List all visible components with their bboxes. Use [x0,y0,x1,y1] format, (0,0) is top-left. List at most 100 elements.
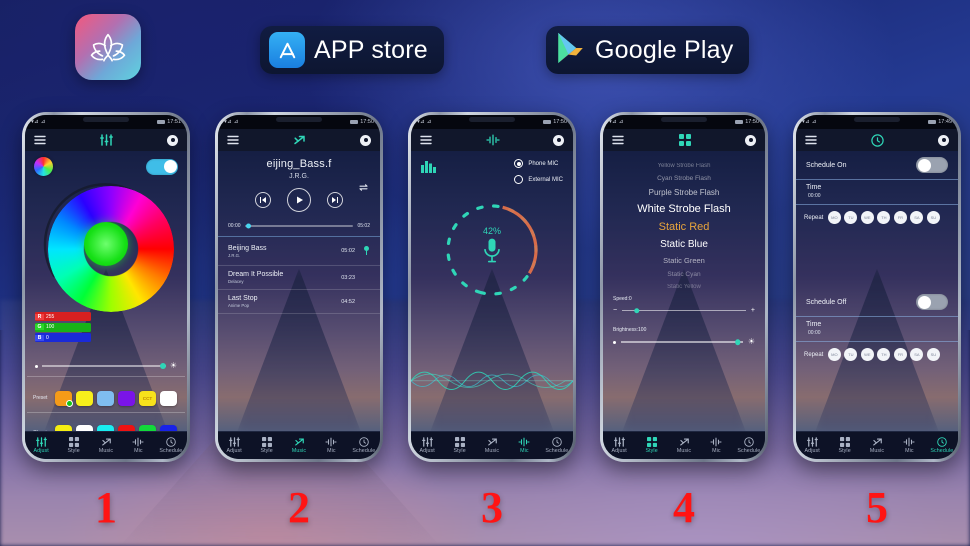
tab-music[interactable]: Music [476,437,508,454]
color-swatch[interactable] [76,390,93,406]
tab-schedule[interactable]: Schedule [541,437,573,454]
speed-knob[interactable] [634,307,640,314]
power-toggle[interactable] [146,158,178,175]
tab-adjust[interactable]: Adjust [25,437,57,454]
tab-music[interactable]: Music [861,437,893,454]
repeat-day-button[interactable]: TH [877,211,891,224]
tab-style[interactable]: Style [828,437,860,454]
speed-track[interactable] [622,307,746,314]
equalizer-icon[interactable] [421,159,436,184]
tab-bar[interactable]: Adjust Style Music Mic Schedule [218,431,380,459]
tab-style[interactable]: Style [443,437,475,454]
repeat-day-button[interactable]: WE [860,348,874,361]
track-list[interactable]: Beijing Bass J.R.G. 05:02 Dream It Possible… [218,236,380,314]
tab-adjust[interactable]: Adjust [796,437,828,454]
repeat-day-button[interactable]: SU [926,211,940,224]
schedule-on-time-row[interactable]: Time 00:00 [796,180,958,205]
style-list-item[interactable]: White Strobe Flash [603,203,765,215]
style-list-item[interactable]: Static Green [603,256,765,265]
tab-bar[interactable]: Adjust Style Music Mic Schedule [25,431,187,459]
gear-icon[interactable] [360,134,371,146]
schedule-off-repeat-row[interactable]: Repeat MO TU WE TH FR SA SU [796,342,958,367]
repeat-day-button[interactable]: FR [893,211,907,224]
style-list-item[interactable]: Static Blue [603,239,765,250]
menu-icon[interactable] [420,135,432,145]
color-swatch[interactable] [55,390,73,407]
color-wheel-center[interactable] [84,222,128,266]
color-swatch[interactable] [160,425,177,431]
color-swatch[interactable] [118,390,135,406]
style-list-item[interactable]: Yellow Strobe Flash [603,163,765,169]
slider-knob[interactable] [159,363,166,369]
style-list-item[interactable]: Static Red [603,221,765,233]
repeat-day-button[interactable]: FR [893,348,907,361]
progress-bar[interactable]: 00:00 05:02 [218,223,380,229]
tab-style[interactable]: Style [635,437,667,454]
tab-mic[interactable]: Mic [508,437,540,454]
tab-mic[interactable]: Mic [315,437,347,454]
tab-schedule[interactable]: Schedule [348,437,380,454]
next-button[interactable] [327,192,343,208]
brightness-slider[interactable]: ☀ [25,362,187,370]
color-swatch[interactable] [97,390,114,406]
menu-icon[interactable] [227,135,239,145]
repeat-icon[interactable] [358,179,369,197]
tab-bar[interactable]: Adjust Style Music Mic Schedule [796,431,958,459]
mic-source-option[interactable]: External MIC [514,175,563,184]
schedule-on-repeat-row[interactable]: Repeat MO TU WE TH FR SA SU [796,205,958,230]
menu-icon[interactable] [34,135,46,145]
track-list-item[interactable]: Dream It Possible Delacey 03:23 [218,266,380,290]
repeat-day-button[interactable]: SA [910,348,924,361]
play-button[interactable] [287,188,311,212]
color-mode-icon[interactable] [34,157,53,176]
mic-source-radio-group[interactable]: Phone MIC External MIC [514,159,563,184]
color-swatch[interactable] [55,425,72,431]
color-swatch[interactable] [76,425,93,431]
microphone-icon[interactable] [482,238,502,269]
tab-schedule[interactable]: Schedule [926,437,958,454]
tab-adjust[interactable]: Adjust [603,437,635,454]
tab-mic[interactable]: Mic [893,437,925,454]
schedule-off-toggle[interactable] [916,294,948,310]
appstore-badge[interactable]: APP store [260,26,444,74]
tab-music[interactable]: Music [283,437,315,454]
color-swatch[interactable] [118,425,135,431]
color-swatch[interactable] [97,425,114,431]
repeat-day-button[interactable]: WE [860,211,874,224]
repeat-day-button[interactable]: MO [827,348,841,361]
tab-bar[interactable]: Adjust Style Music Mic Schedule [603,431,765,459]
tab-bar[interactable]: Adjust Style Music Mic Schedule [411,431,573,459]
schedule-on-toggle[interactable] [916,157,948,173]
style-list-item[interactable]: Static Yellow [603,284,765,290]
gear-icon[interactable] [938,134,949,146]
mic-source-option[interactable]: Phone MIC [514,159,563,168]
lotus-app-icon[interactable] [75,14,141,80]
tab-music[interactable]: Music [90,437,122,454]
color-wheel[interactable] [43,181,174,312]
tab-mic[interactable]: Mic [122,437,154,454]
tab-adjust[interactable]: Adjust [411,437,443,454]
brightness-track[interactable] [621,339,743,345]
menu-icon[interactable] [612,135,624,145]
track-list-item[interactable]: Last Stop Anime Pop 04:52 [218,290,380,314]
speed-minus-icon[interactable]: − [613,307,617,314]
googleplay-badge[interactable]: Google Play [546,26,750,74]
gear-icon[interactable] [745,134,756,146]
repeat-day-button[interactable]: SU [926,348,940,361]
repeat-day-button[interactable]: TU [844,211,858,224]
brightness-knob[interactable] [735,339,741,345]
radio-button-icon[interactable] [514,159,524,168]
progress-knob[interactable] [245,223,251,229]
speed-plus-icon[interactable]: + [751,307,755,314]
tab-music[interactable]: Music [668,437,700,454]
repeat-day-button[interactable]: SA [910,211,924,224]
gear-icon[interactable] [167,134,178,146]
tab-style[interactable]: Style [57,437,89,454]
player-controls[interactable] [218,188,380,212]
tab-adjust[interactable]: Adjust [218,437,250,454]
track-list-item[interactable]: Beijing Bass J.R.G. 05:02 [218,237,380,266]
repeat-day-button[interactable]: TH [877,348,891,361]
style-picker-list[interactable]: Yellow Strobe Flash Cyan Strobe Flash Purp… [603,151,765,290]
style-list-item[interactable]: Cyan Strobe Flash [603,175,765,182]
menu-icon[interactable] [805,135,817,145]
